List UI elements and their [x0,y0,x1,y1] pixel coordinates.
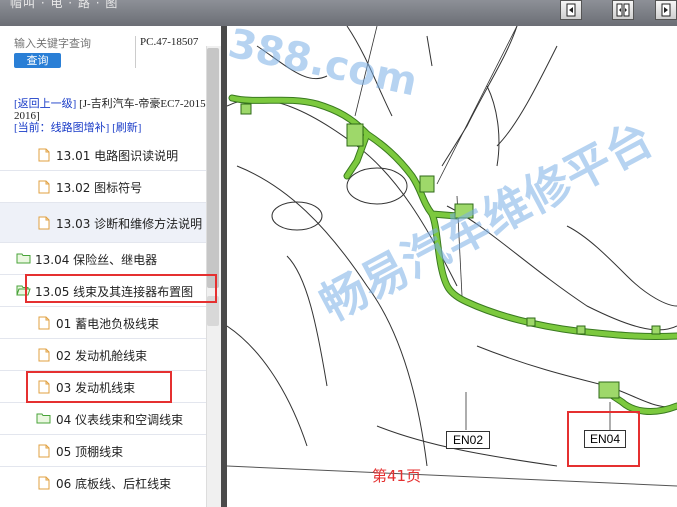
tree-item-06[interactable]: 06 底板线、后杠线束 [0,467,206,499]
tree-item-13-02[interactable]: 13.02 图标符号 [0,171,206,203]
document-icon [38,348,50,362]
sidebar: PC.47-18507 查询 [返回上一级] [J-吉利汽车-帝豪EC7-201… [0,26,222,507]
highlight-box-en04 [567,411,640,467]
window-title: 帽叫 · 电 · 路 · 图 [10,0,119,10]
document-icon [38,148,50,162]
tree-item-05[interactable]: 05 顶棚线束 [0,435,206,467]
highlight-box-harness-layout [25,274,217,303]
current-location: [当前：线路图增补] [14,122,110,134]
back-link[interactable]: [返回上一级] [14,98,76,110]
two-page-button[interactable] [612,0,634,20]
tree-item-label: 02 发动机舱线束 [56,349,148,363]
tree-item-label: 01 蓄电池负极线束 [56,317,160,331]
next-page-icon [661,3,671,17]
next-page-button[interactable] [655,0,677,20]
highlight-box-engine-harness [26,371,172,403]
prev-page-button[interactable] [560,0,582,20]
refresh-link[interactable]: [刷新] [112,122,141,134]
tree-item-label: 05 顶棚线束 [56,445,124,459]
breadcrumb: [返回上一级] [J-吉利汽车-帝豪EC7-2015-2016] [当前：线路图… [14,98,210,134]
document-icon [38,444,50,458]
scrollbar-thumb[interactable] [207,48,219,288]
tree-item-label: 13.04 保险丝、继电器 [35,253,158,267]
document-icon [38,316,50,330]
query-button[interactable]: 查询 [14,53,61,68]
tree-item-13-04[interactable]: 13.04 保险丝、继电器 [0,243,206,275]
search-input[interactable] [14,36,132,52]
document-icon [38,216,50,230]
tree-item-13-01[interactable]: 13.01 电路图识读说明 [0,139,206,171]
document-icon [38,180,50,194]
tree-item-02[interactable]: 02 发动机舱线束 [0,339,206,371]
tree-item-13-03[interactable]: 13.03 诊断和维修方法说明 [0,203,206,243]
tree-item-01[interactable]: 01 蓄电池负极线束 [0,307,206,339]
tree-item-label: 13.01 电路图识读说明 [56,149,179,163]
tree-item-label: 04 仪表线束和空调线束 [56,413,184,427]
connector-label-en02: EN02 [446,431,490,449]
tree-item-label: 13.02 图标符号 [56,181,143,195]
window-titlebar: 帽叫 · 电 · 路 · 图 [0,0,677,26]
page-number: 第41页 [372,467,422,485]
search-separator [135,36,136,68]
folder-icon [16,253,31,264]
prev-page-icon [566,3,576,17]
document-code: PC.47-18507 [140,36,199,48]
tree-item-label: 06 底板线、后杠线束 [56,477,172,491]
tree-item-label: 13.03 诊断和维修方法说明 [56,217,203,231]
document-icon [38,476,50,490]
two-page-icon [616,3,630,17]
folder-icon [36,413,51,424]
tree-item-04[interactable]: 04 仪表线束和空调线束 [0,403,206,435]
